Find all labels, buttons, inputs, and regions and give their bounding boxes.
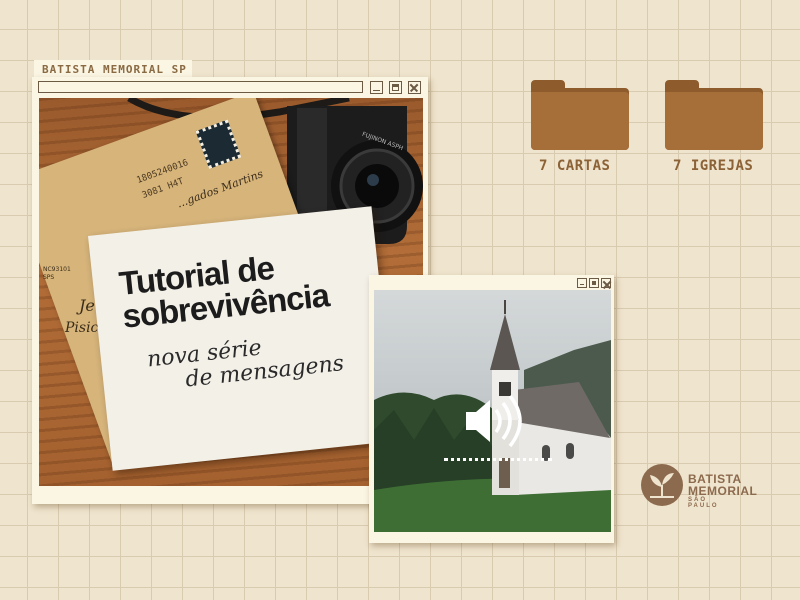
envelope-side-code2: SPS — [43, 274, 55, 281]
minimize-button[interactable] — [577, 278, 587, 288]
minimize-button[interactable] — [370, 81, 383, 94]
close-button[interactable] — [408, 81, 421, 94]
church-photo — [374, 290, 611, 532]
stamp-image — [195, 119, 242, 169]
title-card: Tutorial de sobrevivência nova série de … — [88, 206, 397, 471]
speaker-icon[interactable] — [462, 392, 524, 450]
leaf-logo-icon — [641, 464, 683, 506]
folder-icon — [531, 80, 629, 150]
maximize-button[interactable] — [389, 81, 402, 94]
envelope-side-code: NC93101 — [43, 266, 71, 273]
folder-label-cartas[interactable]: 7 CARTAS — [539, 158, 610, 174]
envelope-side-letters2: Pisic — [65, 320, 99, 336]
envelope-signature: ...gados Martins — [175, 167, 265, 211]
folder-label-igrejas[interactable]: 7 IGREJAS — [673, 158, 753, 174]
folder-7-igrejas[interactable] — [665, 78, 763, 150]
folder-icon — [665, 80, 763, 150]
audio-progress-bar[interactable] — [444, 458, 552, 464]
logo-line2: MEMORIAL — [688, 484, 758, 498]
card-subtitle: nova série de mensagens — [142, 328, 345, 397]
maximize-button[interactable] — [589, 278, 599, 288]
close-button[interactable] — [601, 278, 611, 288]
logo-line3: SÃO PAULO — [688, 497, 719, 509]
window-title-field — [38, 81, 363, 93]
envelope-side-letters: Je — [79, 296, 95, 315]
card-title: Tutorial de sobrevivência — [117, 245, 330, 335]
folder-7-cartas[interactable] — [531, 78, 629, 150]
